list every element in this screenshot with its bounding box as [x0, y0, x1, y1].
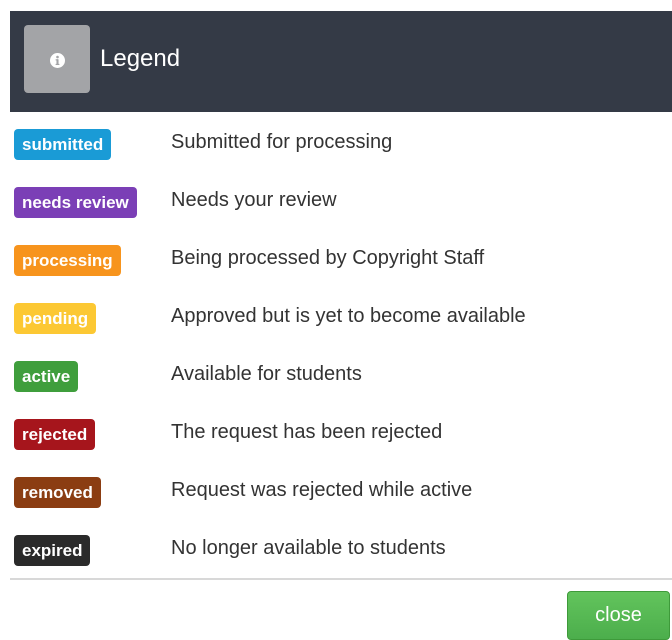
- legend-row-needs-review: needs review Needs your review: [14, 184, 664, 242]
- info-icon: [50, 53, 65, 68]
- legend-modal: Legend submitted Submitted for processin…: [0, 0, 672, 640]
- status-badge-pending: pending: [14, 303, 97, 334]
- status-badge-needs-review: needs review: [14, 187, 137, 218]
- status-badge-processing: processing: [14, 245, 121, 276]
- legend-row-active: active Available for students: [14, 358, 664, 416]
- legend-row-processing: processing Being processed by Copyright …: [14, 242, 664, 300]
- status-badge-rejected: rejected: [14, 419, 96, 450]
- legend-row-expired: expired No longer available to students: [14, 532, 664, 590]
- legend-row-submitted: submitted Submitted for processing: [14, 126, 664, 184]
- legend-description: Being processed by Copyright Staff: [171, 247, 485, 269]
- legend-description: The request has been rejected: [171, 421, 443, 443]
- modal-header: Legend: [10, 11, 672, 112]
- legend-description: Submitted for processing: [171, 131, 393, 153]
- legend-description: Request was rejected while active: [171, 479, 473, 501]
- header-icon-box: [24, 25, 90, 93]
- legend-description: Available for students: [171, 363, 362, 385]
- legend-row-rejected: rejected The request has been rejected: [14, 416, 664, 474]
- legend-description: Approved but is yet to become available: [171, 305, 526, 327]
- modal-title: Legend: [100, 45, 181, 72]
- legend-row-removed: removed Request was rejected while activ…: [14, 474, 664, 532]
- legend-description: No longer available to students: [171, 537, 446, 559]
- status-badge-submitted: submitted: [14, 129, 112, 160]
- status-badge-removed: removed: [14, 477, 101, 508]
- footer-divider: [10, 578, 672, 580]
- status-badge-active: active: [14, 361, 79, 392]
- status-badge-expired: expired: [14, 535, 91, 566]
- legend-row-pending: pending Approved but is yet to become av…: [14, 300, 664, 358]
- close-button[interactable]: close: [567, 591, 670, 640]
- legend-description: Needs your review: [171, 189, 337, 211]
- legend-list: submitted Submitted for processing needs…: [14, 126, 664, 590]
